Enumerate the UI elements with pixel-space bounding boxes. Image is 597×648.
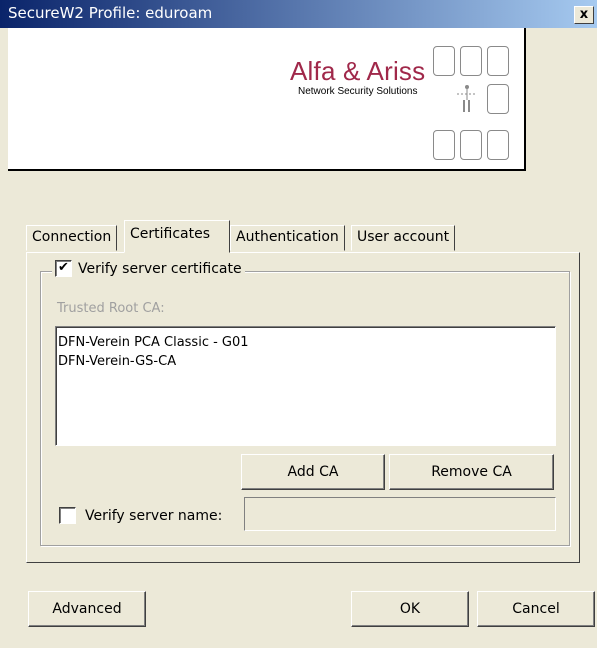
tab-certificates[interactable]: Certificates <box>124 220 230 253</box>
logo-mark-icon <box>457 85 477 112</box>
logo-block <box>433 46 455 76</box>
ok-button[interactable]: OK <box>351 591 469 627</box>
tab-user-account[interactable]: User account <box>351 225 456 251</box>
server-name-field[interactable] <box>244 497 556 531</box>
close-icon: x <box>579 7 589 22</box>
tab-label: Certificates <box>130 226 211 242</box>
logo-block <box>487 46 509 76</box>
verify-server-name-checkbox[interactable] <box>59 507 76 524</box>
logo-block <box>487 130 509 160</box>
tab-label: Authentication <box>236 229 339 245</box>
verify-server-certificate-option[interactable]: ✔ Verify server certificate <box>52 260 245 277</box>
tab-label: Connection <box>32 229 112 245</box>
advanced-button[interactable]: Advanced <box>28 591 146 627</box>
list-item[interactable]: DFN-Verein-GS-CA <box>58 352 553 371</box>
list-item[interactable]: DFN-Verein PCA Classic - G01 <box>58 333 553 352</box>
logo-title: Alfa & Ariss <box>290 56 426 86</box>
cancel-button[interactable]: Cancel <box>477 591 595 627</box>
logo-block <box>487 84 509 114</box>
tab-connection[interactable]: Connection <box>26 225 118 251</box>
tab-label: User account <box>357 229 450 245</box>
logo-subtitle: Network Security Solutions <box>298 86 418 97</box>
verify-server-certificate-label: Verify server certificate <box>78 260 242 277</box>
verify-server-name-option[interactable]: Verify server name: <box>59 507 222 524</box>
logo-block <box>460 46 482 76</box>
window-title: SecureW2 Profile: eduroam <box>8 4 213 22</box>
trusted-root-ca-label: Trusted Root CA: <box>57 301 165 316</box>
close-button[interactable]: x <box>574 6 594 24</box>
remove-ca-button[interactable]: Remove CA <box>389 454 554 490</box>
verify-server-certificate-checkbox[interactable]: ✔ <box>55 260 72 277</box>
checkmark-icon: ✔ <box>58 260 69 275</box>
verify-server-name-label: Verify server name: <box>85 507 223 524</box>
trusted-root-ca-list[interactable]: DFN-Verein PCA Classic - G01 DFN-Verein-… <box>55 326 556 446</box>
tab-authentication[interactable]: Authentication <box>230 225 345 251</box>
logo-block <box>460 130 482 160</box>
logo-block <box>433 130 455 160</box>
add-ca-button[interactable]: Add CA <box>241 454 385 490</box>
